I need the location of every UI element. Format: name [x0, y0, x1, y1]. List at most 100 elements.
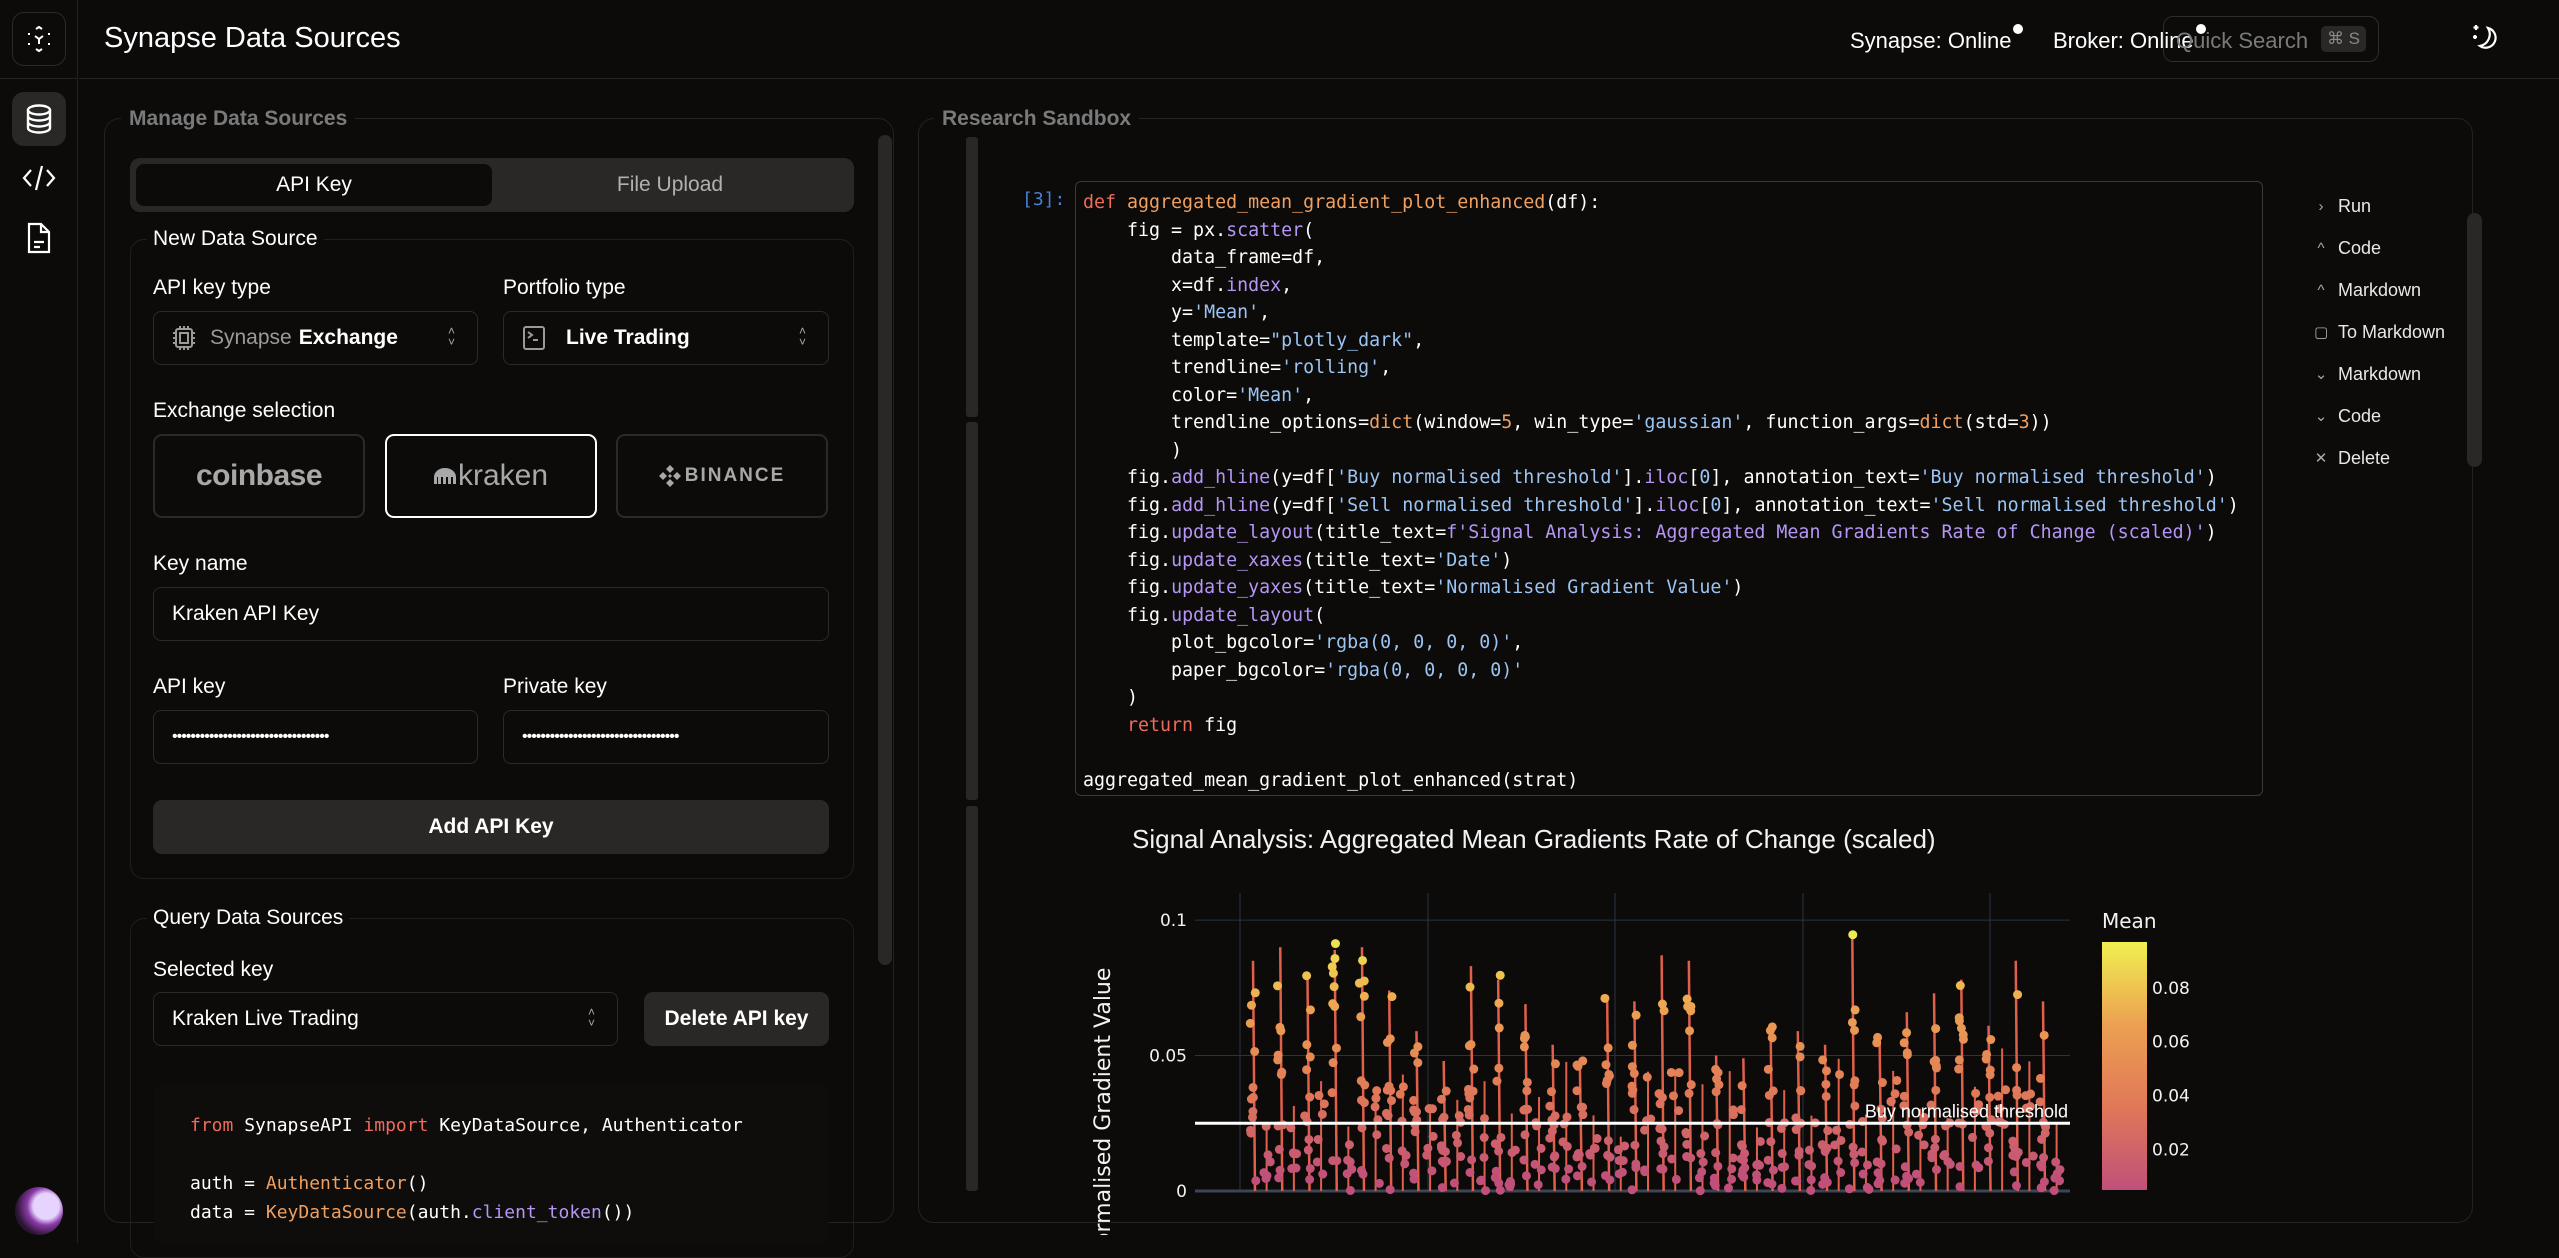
action-label: Markdown — [2338, 279, 2422, 300]
data-point — [1919, 1140, 1929, 1150]
nav-documents[interactable] — [12, 211, 66, 265]
data-point — [1768, 1165, 1778, 1175]
data-point — [1873, 1179, 1883, 1189]
data-point — [1806, 1185, 1816, 1195]
data-point — [1849, 1025, 1859, 1035]
data-point — [1302, 971, 1312, 981]
data-point — [1614, 1155, 1624, 1165]
data-point — [1572, 1086, 1582, 1096]
data-point — [1728, 1153, 1738, 1163]
data-point — [1713, 1120, 1723, 1130]
data-point — [1682, 1139, 1692, 1149]
cell-action-to-markdown[interactable]: ▢ To Markdown — [2314, 311, 2445, 353]
add-api-key-button[interactable]: Add API Key — [153, 800, 829, 854]
tab-api-key[interactable]: API Key — [136, 164, 492, 206]
data-point — [1737, 1081, 1747, 1091]
data-point — [1752, 1160, 1762, 1170]
data-point — [1302, 1117, 1312, 1127]
data-point — [1492, 1076, 1502, 1086]
data-point — [1490, 1139, 1500, 1149]
cell-action-markdown[interactable]: ^ Markdown — [2314, 269, 2445, 311]
y-tick-label: 0.1 — [1160, 911, 1187, 931]
exchange-selection-label: Exchange selection — [153, 399, 336, 422]
selected-key-select[interactable]: Kraken Live Trading ˄ ˅ — [153, 992, 618, 1046]
data-point — [1795, 1052, 1805, 1062]
data-point — [1613, 1145, 1623, 1155]
nav-rail — [0, 0, 78, 1243]
code-line: fig.update_yaxes(title_text='Normalised … — [1083, 577, 1744, 598]
cell-action-run[interactable]: › Run — [2314, 185, 2445, 227]
data-point — [1930, 1143, 1940, 1153]
exchange-coinbase[interactable]: coinbase — [153, 434, 365, 518]
data-point — [1464, 1110, 1474, 1120]
data-point — [1359, 991, 1369, 1001]
cell-output-gutter[interactable] — [966, 806, 978, 1191]
cell-actions: › Run ^ Code ^ Markdown ▢ To Markdown ⌄ Markdown ⌄… — [2314, 185, 2445, 479]
data-point — [1777, 1183, 1787, 1193]
moon-stars-icon — [2473, 25, 2497, 49]
delete-api-key-button[interactable]: Delete API key — [644, 992, 829, 1046]
api-key-input[interactable]: •••••••••••••••••••••••••••••••••• — [153, 710, 478, 764]
cell-code[interactable]: def aggregated_mean_gradient_plot_enhanc… — [1083, 189, 2239, 794]
api-key-type-label: API key type — [153, 276, 271, 299]
left-panel-scrollbar[interactable] — [878, 135, 892, 965]
actions-scrollbar[interactable] — [2467, 213, 2482, 467]
cell-action-code[interactable]: ^ Code — [2314, 227, 2445, 269]
data-point — [1481, 1186, 1491, 1196]
theme-toggle[interactable] — [2470, 22, 2502, 59]
synapse-status: Synapse: Online — [1850, 24, 2024, 54]
code-line: fig = px.scatter( — [1083, 219, 1315, 241]
data-point — [1550, 1059, 1560, 1069]
data-point — [1914, 1130, 1924, 1140]
cell-prompt: [3]: — [1022, 189, 1066, 210]
data-point — [1313, 1134, 1323, 1144]
data-point — [1317, 1109, 1327, 1119]
code-line: y='Mean', — [1083, 302, 1271, 323]
data-point — [1930, 1134, 1940, 1144]
cell-input-gutter-lower[interactable] — [966, 422, 978, 800]
user-avatar[interactable] — [15, 1187, 63, 1235]
data-point — [1436, 1094, 1446, 1104]
chevron-up-icon: ^ — [2317, 239, 2325, 257]
data-point — [1427, 1104, 1437, 1114]
data-point — [2036, 1183, 2046, 1193]
portfolio-type-select[interactable]: Live Trading ˄ ˅ — [503, 311, 829, 365]
data-point — [1763, 1178, 1773, 1188]
colorbar-tick-label: 0.06 — [2152, 1033, 2190, 1053]
cell-input-gutter[interactable] — [966, 137, 978, 417]
nav-data-sources[interactable] — [12, 92, 66, 146]
data-point — [1654, 1089, 1664, 1099]
action-label: Delete — [2338, 447, 2391, 468]
data-point — [1370, 1102, 1380, 1112]
data-point — [1890, 1175, 1900, 1185]
data-point — [1262, 1171, 1272, 1181]
cell-action-delete[interactable]: ✕ Delete — [2314, 437, 2445, 479]
cell-action-markdown[interactable]: ⌄ Markdown — [2314, 353, 2445, 395]
data-point — [1590, 1143, 1600, 1153]
chevron-up-icon: ^ — [2317, 281, 2325, 299]
nav-code[interactable] — [12, 151, 66, 205]
manage-title: Manage Data Sources — [121, 107, 356, 131]
private-key-input[interactable]: •••••••••••••••••••••••••••••••••• — [503, 710, 829, 764]
data-point — [1342, 1169, 1352, 1179]
quick-search[interactable]: Quick Search ⌘ S — [2163, 16, 2379, 62]
data-point — [1410, 1127, 1420, 1137]
exchange-kraken[interactable]: kraken — [385, 434, 597, 518]
data-point — [1736, 1105, 1746, 1115]
app-logo[interactable] — [12, 12, 66, 66]
tab-file-upload[interactable]: File Upload — [492, 164, 848, 206]
api-key-type-select[interactable]: Synapse Exchange ˄ ˅ — [153, 311, 478, 365]
data-point — [2051, 1157, 2061, 1167]
key-name-input[interactable]: Kraken API Key — [153, 587, 829, 641]
data-point — [2026, 1089, 2036, 1099]
data-point — [1630, 1140, 1640, 1150]
cell-action-code[interactable]: ⌄ Code — [2314, 395, 2445, 437]
database-icon — [26, 104, 52, 134]
data-point — [1981, 1054, 1991, 1064]
trendline-spike — [1605, 995, 1611, 1192]
data-point — [1600, 993, 1610, 1003]
data-point — [1752, 1175, 1762, 1185]
exchange-binance[interactable]: BINANCE — [616, 434, 828, 518]
data-point — [1958, 1034, 1968, 1044]
y-axis-label: Normalised Gradient Value — [1091, 968, 1116, 1235]
